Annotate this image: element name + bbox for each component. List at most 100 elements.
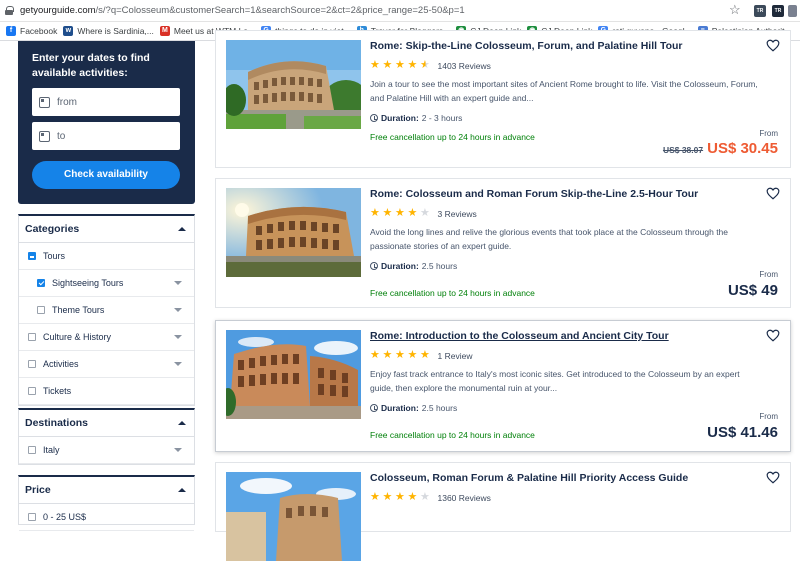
extension-icon[interactable]: TR <box>772 5 784 17</box>
result-card[interactable]: Colosseum, Roman Forum & Palatine Hill P… <box>215 462 791 561</box>
calendar-icon <box>39 130 50 142</box>
categories-header[interactable]: Categories <box>19 216 194 243</box>
review-count[interactable]: 3 Reviews <box>438 209 477 219</box>
filter-label: Italy <box>43 445 60 455</box>
review-count[interactable]: 1 Review <box>438 351 473 361</box>
star-icon: ★ <box>407 349 418 361</box>
star-icon: ★ <box>407 207 418 219</box>
star-icon: ★ <box>395 207 405 219</box>
heart-icon[interactable] <box>766 329 780 342</box>
duration-value: 2 - 3 hours <box>421 113 463 123</box>
checkbox[interactable] <box>28 360 36 368</box>
url-text[interactable]: getyourguide.com/s/?q=Colosseum&customer… <box>20 5 465 16</box>
checkbox[interactable] <box>28 333 36 341</box>
price-header[interactable]: Price <box>19 477 194 504</box>
filter-item[interactable]: Culture & History <box>19 324 194 351</box>
checkbox[interactable] <box>28 513 36 521</box>
filter-item[interactable]: Activities <box>19 351 194 378</box>
extension-icon[interactable]: TR <box>754 5 766 17</box>
rating-stars: ★ ★ ★ ★ ★ 1 Review <box>370 350 472 361</box>
star-icon: ★ <box>395 59 405 71</box>
duration-value: 2.5 hours <box>421 261 458 271</box>
price: US$ 49 <box>727 282 778 299</box>
star-icon: ★ <box>395 491 405 503</box>
checkbox[interactable] <box>37 279 45 287</box>
from-label: From <box>759 129 778 138</box>
star-icon: ★ <box>370 349 380 361</box>
bookmark-star-icon[interactable]: ☆ <box>729 3 741 17</box>
colosseum-photo[interactable] <box>226 472 361 561</box>
collapse-icon[interactable] <box>178 488 186 492</box>
chevron-down-icon[interactable] <box>174 308 182 312</box>
filter-label: Sightseeing Tours <box>52 278 124 288</box>
destinations-filter: Destinations Italy <box>18 408 195 465</box>
filter-label: Activities <box>43 359 79 369</box>
colosseum-photo[interactable] <box>226 188 361 277</box>
result-card[interactable]: Rome: Colosseum and Roman Forum Skip-the… <box>215 178 791 308</box>
extension-icon[interactable] <box>788 5 797 17</box>
from-date-label: from <box>57 96 77 108</box>
colosseum-photo[interactable] <box>226 330 361 419</box>
from-label: From <box>759 270 778 279</box>
filter-item-italy[interactable]: Italy <box>19 437 194 464</box>
categories-filter: Categories Tours Sightseeing Tours Theme T… <box>18 214 195 406</box>
result-description: Avoid the long lines and relive the glor… <box>370 227 729 251</box>
checkbox[interactable] <box>28 387 36 395</box>
result-title[interactable]: Rome: Introduction to the Colosseum and … <box>370 330 669 342</box>
chevron-down-icon[interactable] <box>174 448 182 452</box>
checkbox[interactable] <box>37 306 45 314</box>
star-icon: ★ <box>370 207 380 219</box>
duration-label: Duration: <box>381 113 419 123</box>
filter-label: Culture & History <box>43 332 112 342</box>
clock-icon <box>370 262 378 270</box>
destinations-header[interactable]: Destinations <box>19 410 194 437</box>
heart-icon[interactable] <box>766 187 780 200</box>
categories-title: Categories <box>25 223 80 235</box>
result-description: Enjoy fast track entrance to Italy's mos… <box>370 369 740 393</box>
chevron-down-icon[interactable] <box>174 281 182 285</box>
lock-icon <box>5 6 14 15</box>
result-card[interactable]: Rome: Skip-the-Line Colosseum, Forum, an… <box>215 30 791 168</box>
duration: Duration: 2.5 hours <box>370 403 457 413</box>
review-count[interactable]: 1403 Reviews <box>438 61 491 71</box>
address-bar[interactable]: getyourguide.com/s/?q=Colosseum&customer… <box>0 0 800 22</box>
filter-item[interactable]: Tickets <box>19 378 194 405</box>
star-icon: ★ <box>395 349 405 361</box>
duration: Duration: 2 - 3 hours <box>370 113 462 123</box>
facebook-icon: f <box>6 26 16 36</box>
star-icon: ★ <box>407 59 418 71</box>
heart-icon[interactable] <box>766 471 780 484</box>
result-title[interactable]: Rome: Colosseum and Roman Forum Skip-the… <box>370 188 698 200</box>
from-date-field[interactable]: from <box>32 88 180 116</box>
filter-item[interactable]: Tours <box>19 243 194 270</box>
filter-item[interactable]: Theme Tours <box>19 297 194 324</box>
result-title[interactable]: Colosseum, Roman Forum & Palatine Hill P… <box>370 472 688 484</box>
filter-label: Theme Tours <box>52 305 105 315</box>
check-availability-button[interactable]: Check availability <box>32 161 180 189</box>
review-count[interactable]: 1360 Reviews <box>438 493 491 503</box>
checkbox[interactable] <box>28 252 36 260</box>
url-path: /s/?q=Colosseum&customerSearch=1&searchS… <box>95 5 465 16</box>
sale-price: US$ 30.45 <box>707 140 778 157</box>
price: US$ 41.46 <box>707 424 778 441</box>
collapse-icon[interactable] <box>178 421 186 425</box>
star-icon: ★ <box>420 491 430 503</box>
old-price: US$ 38.07 <box>662 145 704 155</box>
clock-icon <box>370 404 378 412</box>
chevron-down-icon[interactable] <box>174 362 182 366</box>
star-icon: ★ <box>370 59 380 71</box>
result-card[interactable]: Rome: Introduction to the Colosseum and … <box>215 320 791 452</box>
filter-label: 0 - 25 US$ <box>43 512 87 522</box>
heart-icon[interactable] <box>766 39 780 52</box>
collapse-icon[interactable] <box>178 227 186 231</box>
to-date-field[interactable]: to <box>32 122 180 150</box>
result-title[interactable]: Rome: Skip-the-Line Colosseum, Forum, an… <box>370 40 683 52</box>
calendar-icon <box>39 96 50 108</box>
bookmark-item[interactable]: f Facebook <box>6 26 57 36</box>
url-host: getyourguide.com <box>20 5 96 16</box>
checkbox[interactable] <box>28 446 36 454</box>
colosseum-photo[interactable] <box>226 40 361 129</box>
bookmark-item[interactable]: w Where is Sardinia,... <box>63 26 154 36</box>
chevron-down-icon[interactable] <box>174 335 182 339</box>
filter-item[interactable]: Sightseeing Tours <box>19 270 194 297</box>
